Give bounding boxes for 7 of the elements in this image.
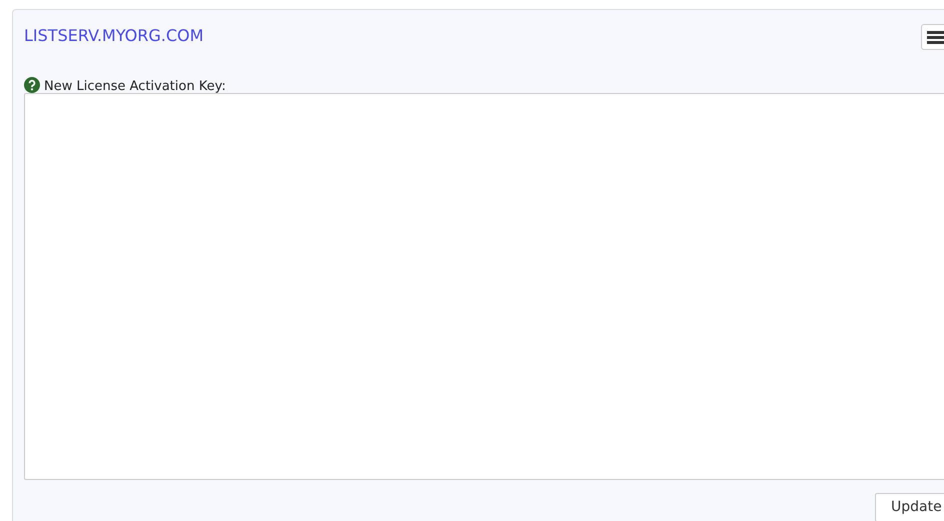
- menu-icon: [927, 30, 944, 44]
- update-button[interactable]: Update: [875, 493, 944, 521]
- site-title: LISTSERV.MYORG.COM: [24, 26, 204, 44]
- help-icon[interactable]: [24, 77, 40, 93]
- menu-button[interactable]: [921, 24, 944, 50]
- field-label: New License Activation Key:: [44, 79, 226, 94]
- license-key-field[interactable]: [24, 93, 944, 480]
